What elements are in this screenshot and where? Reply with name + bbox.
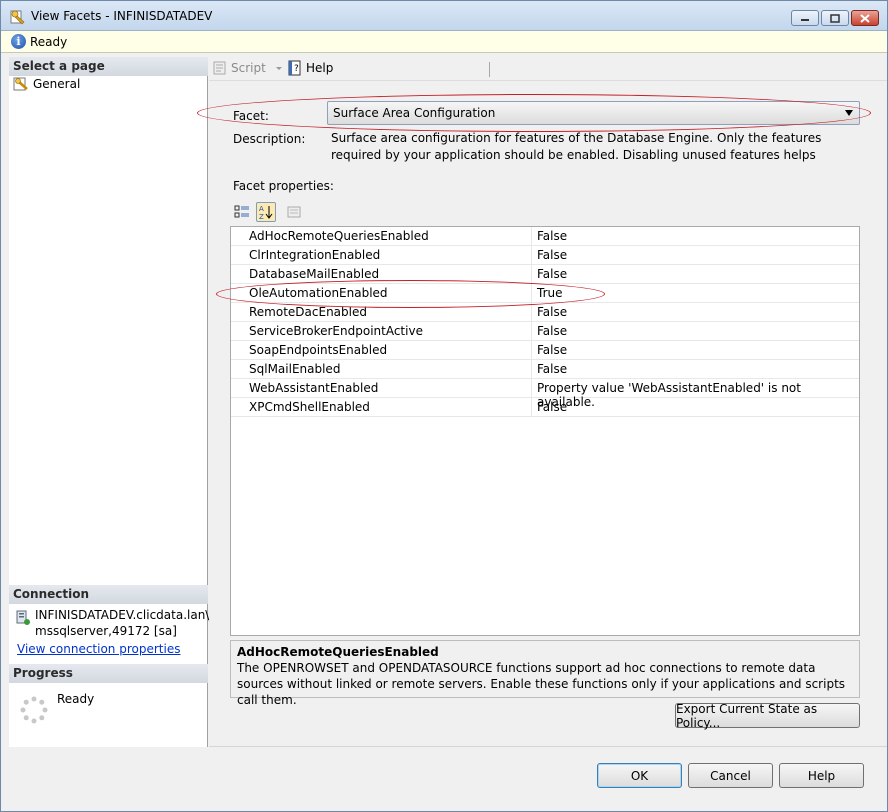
minimize-button[interactable]	[791, 10, 819, 26]
chevron-down-icon	[275, 67, 282, 70]
script-label: Script	[231, 61, 266, 75]
maximize-button[interactable]	[821, 10, 849, 26]
property-row[interactable]: AdHocRemoteQueriesEnabled False	[231, 227, 859, 246]
facet-label: Facet:	[233, 109, 269, 123]
window-title: View Facets - INFINISDATADEV	[31, 9, 213, 23]
property-value[interactable]: False	[537, 248, 567, 262]
property-row[interactable]: SqlMailEnabled False	[231, 360, 859, 379]
help-toolbar-label: Help	[306, 61, 334, 75]
minimize-icon	[801, 19, 809, 21]
categorized-view-button[interactable]	[232, 202, 252, 222]
progress-heading: Progress	[9, 664, 208, 683]
facet-description: Surface area configuration for features …	[331, 131, 822, 162]
info-icon: i	[11, 34, 26, 49]
facet-selected-value: Surface Area Configuration	[333, 106, 496, 120]
property-value[interactable]: False	[537, 305, 567, 319]
left-panel: Select a page General Connection INFINIS…	[9, 57, 210, 747]
alphabetical-view-button[interactable]: A Z	[256, 202, 276, 222]
help-toolbar-button[interactable]: ? Help	[287, 60, 333, 76]
property-value[interactable]: False	[537, 400, 567, 414]
help-panel-title: AdHocRemoteQueriesEnabled	[237, 645, 439, 659]
help-panel-text: The OPENROWSET and OPENDATASOURCE functi…	[237, 661, 846, 707]
page-item-general[interactable]: General	[13, 77, 80, 91]
view-connection-properties-link[interactable]: View connection properties	[17, 642, 180, 656]
property-value[interactable]: False	[537, 267, 567, 281]
property-row[interactable]: SoapEndpointsEnabled False	[231, 341, 859, 360]
property-row[interactable]: ServiceBrokerEndpointActive False	[231, 322, 859, 341]
property-value[interactable]: False	[537, 362, 567, 376]
facet-select[interactable]: Surface Area Configuration	[327, 101, 860, 125]
svg-text:A: A	[259, 205, 264, 213]
facet-property-grid: AdHocRemoteQueriesEnabled False ClrInteg…	[230, 226, 860, 636]
description-label: Description:	[233, 132, 306, 146]
script-icon	[213, 61, 226, 75]
footer-divider	[209, 746, 887, 747]
property-help-panel: AdHocRemoteQueriesEnabled The OPENROWSET…	[230, 640, 860, 707]
status-bar: i Ready	[1, 31, 887, 53]
svg-text:Z: Z	[259, 213, 264, 220]
facet-properties-label: Facet properties:	[233, 179, 334, 193]
close-icon	[860, 13, 870, 23]
select-page-heading: Select a page	[9, 57, 208, 76]
property-pages-button[interactable]	[284, 202, 304, 222]
property-name: SqlMailEnabled	[249, 362, 341, 376]
property-grid-toolbar: A Z	[232, 201, 308, 223]
property-name: DatabaseMailEnabled	[249, 267, 380, 281]
property-row[interactable]: DatabaseMailEnabled False	[231, 265, 859, 284]
property-value[interactable]: False	[537, 343, 567, 357]
cancel-button[interactable]: Cancel	[688, 763, 773, 788]
property-row[interactable]: ClrIntegrationEnabled False	[231, 246, 859, 265]
server-connection-icon	[16, 610, 30, 625]
property-name: OleAutomationEnabled	[249, 286, 388, 300]
title-bar: View Facets - INFINISDATADEV	[1, 1, 887, 31]
dialog-toolbar: Script ? Help	[209, 57, 887, 81]
help-book-icon: ?	[288, 60, 301, 76]
toolbar-separator	[489, 62, 490, 77]
facets-app-icon	[10, 10, 25, 25]
property-name: XPCmdShellEnabled	[249, 400, 370, 414]
status-text: Ready	[30, 35, 68, 49]
help-button[interactable]: Help	[779, 763, 864, 788]
property-row[interactable]: XPCmdShellEnabled False	[231, 398, 859, 417]
view-facets-window: View Facets - INFINISDATADEV i Ready Sel…	[0, 0, 888, 812]
property-value[interactable]: False	[537, 324, 567, 338]
ok-button[interactable]: OK	[597, 763, 682, 788]
sort-az-icon: A Z	[259, 205, 273, 220]
export-policy-button[interactable]: Export Current State as Policy...	[675, 702, 860, 730]
property-value[interactable]: True	[537, 286, 563, 300]
svg-text:?: ?	[294, 64, 299, 74]
property-row[interactable]: RemoteDacEnabled False	[231, 303, 859, 322]
property-name: RemoteDacEnabled	[249, 305, 367, 319]
property-name: ClrIntegrationEnabled	[249, 248, 381, 262]
dropdown-arrow-icon	[845, 110, 853, 116]
property-pages-icon	[287, 206, 301, 218]
close-button[interactable]	[851, 10, 879, 26]
connection-heading: Connection	[9, 585, 208, 604]
connection-server-line2: mssqlserver,49172 [sa]	[35, 624, 177, 638]
property-name: WebAssistantEnabled	[249, 381, 379, 395]
page-item-label: General	[33, 77, 81, 91]
property-name: AdHocRemoteQueriesEnabled	[249, 229, 429, 243]
property-name: ServiceBrokerEndpointActive	[249, 324, 423, 338]
property-row[interactable]: WebAssistantEnabled Property value 'WebA…	[231, 379, 859, 409]
maximize-icon	[830, 13, 840, 23]
property-row[interactable]: OleAutomationEnabled True	[231, 284, 859, 303]
property-value[interactable]: False	[537, 229, 567, 243]
connection-server-line1: INFINISDATADEV.clicdata.lan\	[35, 608, 210, 622]
progress-status-text: Ready	[57, 692, 95, 706]
progress-spinner-icon	[20, 696, 48, 724]
property-name: SoapEndpointsEnabled	[249, 343, 388, 357]
script-button[interactable]: Script	[212, 60, 285, 76]
page-settings-icon	[13, 77, 28, 91]
categorized-icon	[234, 205, 249, 218]
